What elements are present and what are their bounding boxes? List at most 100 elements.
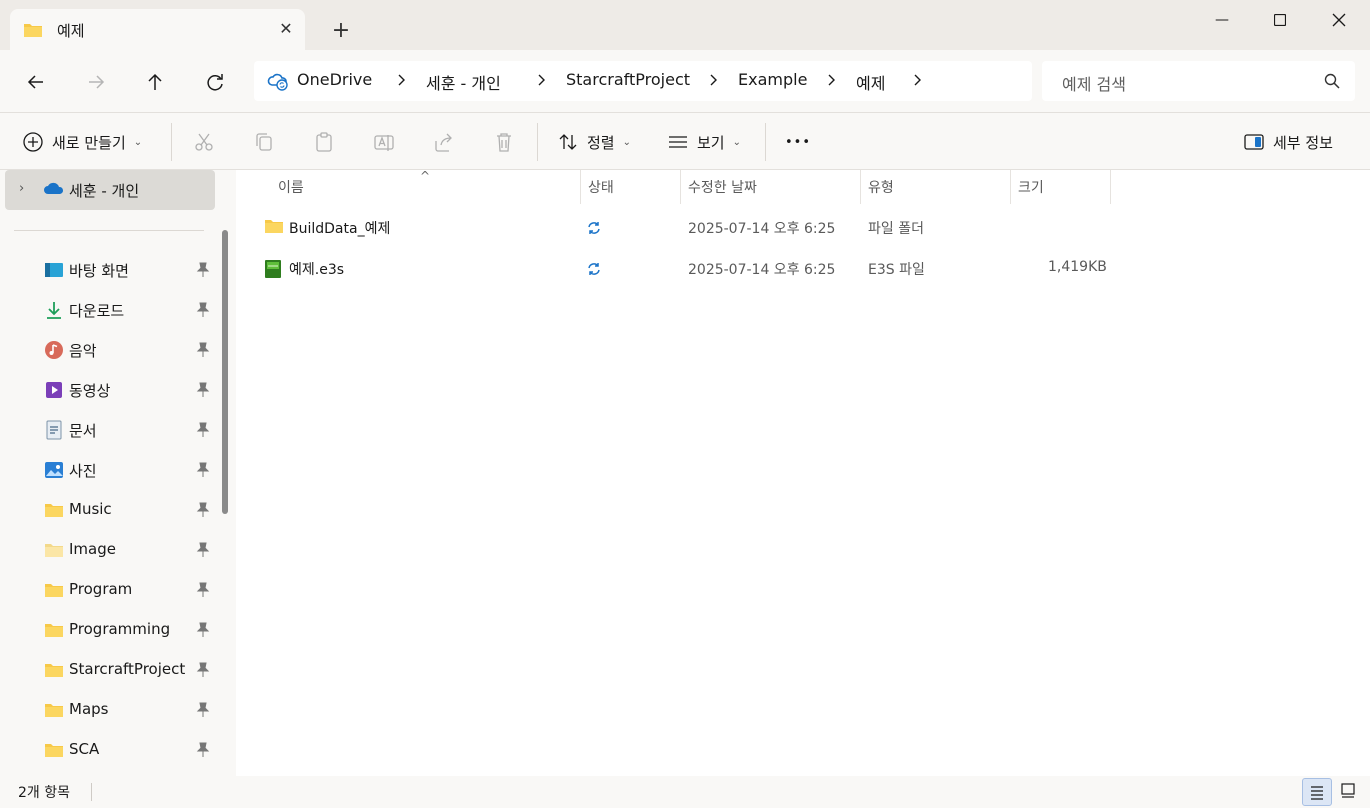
search-input[interactable]: 예제 검색 [1062, 71, 1126, 95]
details-pane-icon [1244, 134, 1264, 150]
sidebar-item-label: 동영상 [69, 382, 111, 400]
pin-icon[interactable] [196, 382, 210, 398]
sidebar-item-videos[interactable]: 동영상 [0, 370, 222, 410]
table-row[interactable]: BuildData_예제 2025-07-14 오후 6:25 파일 폴더 [236, 208, 1370, 248]
rename-button[interactable] [373, 113, 395, 171]
column-divider[interactable] [680, 170, 681, 204]
search-icon[interactable] [1324, 73, 1340, 93]
sort-ascending-icon: ^ [420, 169, 431, 183]
pin-icon[interactable] [196, 422, 210, 438]
chevron-right-icon[interactable] [826, 73, 836, 91]
paste-button[interactable] [313, 113, 335, 171]
pin-icon[interactable] [196, 342, 210, 358]
search-box[interactable]: 예제 검색 [1042, 61, 1355, 101]
divider [171, 123, 172, 161]
details-view-button[interactable] [1302, 778, 1332, 806]
folder-icon [44, 500, 64, 520]
file-list: ^ 이름 상태 수정한 날짜 유형 크기 BuildData_예제 2025-0… [236, 169, 1370, 776]
large-icons-view-button[interactable] [1334, 778, 1364, 806]
chevron-right-icon[interactable] [912, 73, 922, 91]
tab-close-button[interactable]: ✕ [276, 19, 296, 39]
breadcrumb[interactable]: OneDrive 세훈 - 개인 StarcraftProject Exampl… [254, 61, 1032, 101]
chevron-right-icon[interactable] [396, 73, 406, 91]
sidebar-scrollbar[interactable] [222, 230, 228, 514]
sidebar-item-programming-folder[interactable]: Programming [0, 610, 222, 650]
pin-icon[interactable] [196, 742, 210, 758]
view-button[interactable]: 보기 ⌄ [667, 113, 741, 171]
pin-icon[interactable] [196, 622, 210, 638]
column-divider[interactable] [1110, 170, 1111, 204]
pin-icon[interactable] [196, 302, 210, 318]
sidebar-item-image-folder[interactable]: Image [0, 530, 222, 570]
sidebar-item-desktop[interactable]: 바탕 화면 [0, 250, 222, 290]
sidebar-item-program-folder[interactable]: Program [0, 570, 222, 610]
table-row[interactable]: 예제.e3s 2025-07-14 오후 6:25 E3S 파일 1,419KB [236, 249, 1370, 289]
sidebar-item-starcraftproject-folder[interactable]: StarcraftProject [0, 650, 222, 690]
column-divider[interactable] [860, 170, 861, 204]
divider [537, 123, 538, 161]
chevron-right-icon[interactable] [536, 73, 546, 91]
pin-icon[interactable] [196, 582, 210, 598]
sort-button[interactable]: 정렬 ⌄ [557, 113, 631, 171]
sidebar-item-downloads[interactable]: 다운로드 [0, 290, 222, 330]
sidebar-item-sca-folder[interactable]: SCA [0, 730, 222, 770]
pin-icon[interactable] [196, 502, 210, 518]
file-name[interactable]: BuildData_예제 [289, 218, 390, 238]
file-name[interactable]: 예제.e3s [289, 259, 344, 279]
sidebar-item-music-folder[interactable]: Music [0, 490, 222, 530]
new-button-label: 새로 만들기 [52, 133, 126, 152]
sidebar-item-onedrive-personal[interactable]: › 세훈 - 개인 [5, 170, 215, 210]
refresh-button[interactable] [200, 67, 230, 97]
crumb-onedrive[interactable]: OneDrive [297, 70, 372, 89]
pin-icon[interactable] [196, 262, 210, 278]
pin-icon[interactable] [196, 702, 210, 718]
cut-button[interactable] [193, 113, 215, 171]
sidebar-item-label: SCA [69, 740, 100, 758]
forward-button[interactable] [81, 67, 111, 97]
chevron-right-icon[interactable]: › [19, 181, 24, 196]
column-header-name[interactable]: 이름 [278, 177, 304, 197]
column-header-status[interactable]: 상태 [588, 177, 614, 197]
file-type: E3S 파일 [868, 262, 925, 278]
share-icon [435, 133, 452, 152]
maximize-button[interactable] [1257, 8, 1303, 32]
crumb-current[interactable]: 예제 [856, 70, 885, 94]
pin-icon[interactable] [196, 542, 210, 558]
up-button[interactable] [140, 67, 170, 97]
new-button[interactable]: 새로 만들기 ⌄ [22, 113, 142, 171]
copy-button[interactable] [253, 113, 275, 171]
crumb-starcraftproject[interactable]: StarcraftProject [566, 70, 690, 89]
column-divider[interactable] [580, 170, 581, 204]
details-pane-button[interactable]: 세부 정보 [1243, 113, 1333, 171]
tab-active[interactable]: 예제 ✕ [10, 9, 305, 50]
sort-button-label: 정렬 [587, 133, 615, 152]
pin-icon[interactable] [196, 462, 210, 478]
picture-icon [44, 460, 64, 480]
back-button[interactable] [21, 67, 51, 97]
sort-icon [559, 134, 577, 150]
delete-button[interactable] [493, 113, 515, 171]
column-divider[interactable] [1010, 170, 1011, 204]
divider [765, 123, 766, 161]
close-window-button[interactable] [1316, 8, 1362, 32]
file-modified: 2025-07-14 오후 6:25 [688, 221, 836, 237]
crumb-example[interactable]: Example [738, 70, 807, 89]
document-icon [44, 420, 64, 440]
minimize-button[interactable]: — [1199, 8, 1245, 32]
tab-title: 예제 [57, 22, 85, 40]
column-header-type[interactable]: 유형 [868, 177, 894, 197]
column-header-modified[interactable]: 수정한 날짜 [688, 177, 757, 197]
sidebar-item-documents[interactable]: 문서 [0, 410, 222, 450]
crumb-personal[interactable]: 세훈 - 개인 [426, 70, 501, 94]
chevron-right-icon[interactable] [708, 73, 718, 91]
sidebar-item-maps-folder[interactable]: Maps [0, 690, 222, 730]
more-options-button[interactable]: ••• [785, 113, 811, 171]
details-view-icon [1311, 786, 1323, 800]
sidebar-item-pictures[interactable]: 사진 [0, 450, 222, 490]
column-header-size[interactable]: 크기 [1018, 177, 1044, 197]
plus-circle-icon [23, 132, 43, 152]
sidebar-item-music[interactable]: 음악 [0, 330, 222, 370]
pin-icon[interactable] [196, 662, 210, 678]
new-tab-button[interactable]: + [330, 20, 352, 42]
share-button[interactable] [433, 113, 455, 171]
